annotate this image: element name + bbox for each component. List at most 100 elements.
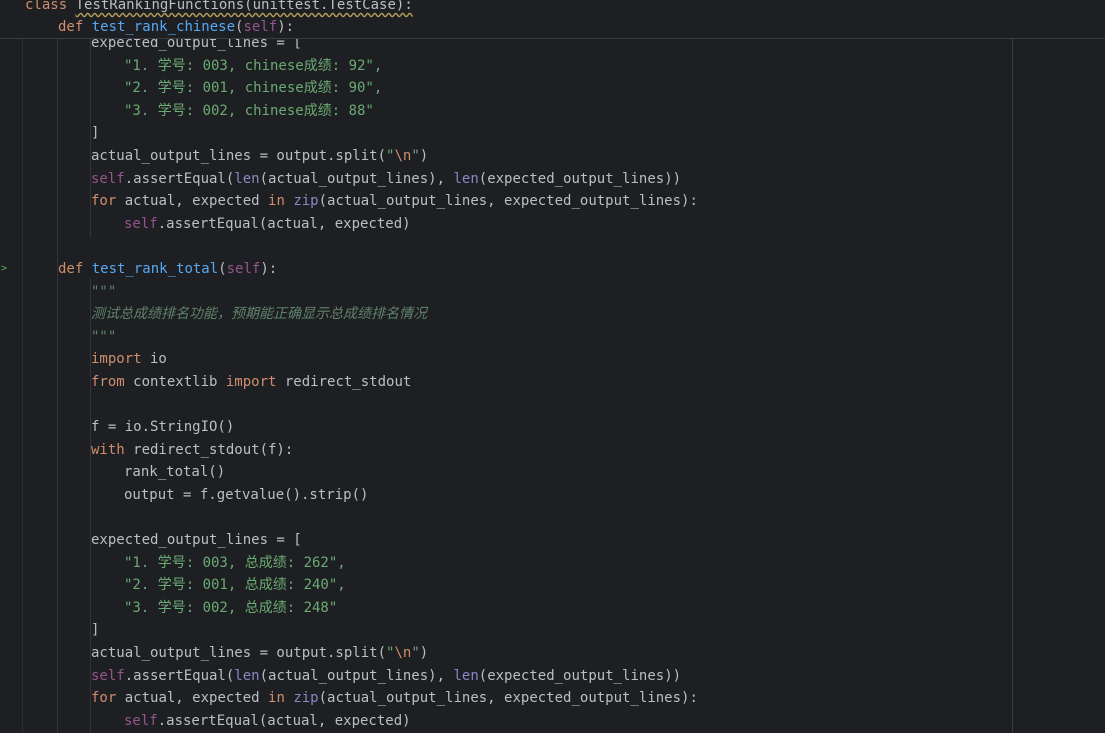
code-text: ] (91, 125, 100, 141)
code-line[interactable]: expected_output_lines = [ (91, 529, 302, 551)
self-ref: self (124, 216, 158, 232)
code-line[interactable]: self.assertEqual(actual, expected) (124, 213, 411, 235)
code-line[interactable]: output = f.getvalue().strip() (124, 484, 368, 506)
string-literal: "2. 学号: 001, chinese成绩: 90", (124, 80, 383, 96)
code-line[interactable]: ] (91, 122, 99, 144)
self-ref: self (91, 668, 125, 684)
code-text: ) (419, 148, 429, 164)
code-line[interactable]: """ (91, 281, 116, 303)
docstring: 测试总成绩排名功能，预期能正确显示总成绩排名情况 (91, 306, 427, 322)
code-line[interactable]: """ (91, 326, 116, 348)
code-line[interactable]: self.assertEqual(len(actual_output_lines… (91, 168, 681, 190)
string-literal: "3. 学号: 002, chinese成绩: 88" (124, 103, 374, 119)
code-text: f = io.StringIO() (91, 419, 235, 435)
builtin-function: len (453, 668, 479, 684)
sticky-class-line[interactable]: class TestRankingFunctions(unittest.Test… (25, 0, 413, 16)
class-keyword: class (25, 0, 68, 13)
builtin-function: zip (293, 193, 319, 209)
self-ref: self (124, 713, 158, 729)
code-line[interactable]: actual_output_lines = output.split("\n") (91, 145, 428, 167)
code-text: contextlib (124, 374, 226, 390)
code-text: (actual_output_lines, expected_output_li… (318, 193, 698, 209)
builtin-function: zip (293, 690, 319, 706)
code-editor[interactable]: class TestRankingFunctions(unittest.Test… (0, 0, 1105, 733)
string-literal: "1. 学号: 003, 总成绩: 262", (124, 555, 346, 571)
string-literal: " (411, 645, 420, 661)
code-line[interactable]: for actual, expected in zip(actual_outpu… (91, 190, 698, 212)
paren: ): (277, 19, 295, 35)
builtin-function: len (234, 171, 260, 187)
code-line[interactable]: from contextlib import redirect_stdout (91, 371, 411, 393)
code-text: redirect_stdout (276, 374, 412, 390)
code-text: (actual_output_lines), (259, 171, 454, 187)
code-line[interactable]: "3. 学号: 002, chinese成绩: 88" (124, 100, 374, 122)
class-declaration: TestRankingFunctions(unittest.TestCase): (75, 0, 413, 13)
code-line[interactable]: self.assertEqual(actual, expected) (124, 710, 411, 732)
code-line[interactable]: f = io.StringIO() (91, 416, 234, 438)
run-arrow-icon[interactable]: > (1, 262, 9, 276)
self-param: self (243, 19, 278, 35)
def-keyword: def (58, 261, 84, 277)
code-line[interactable]: rank_total() (124, 461, 225, 483)
builtin-function: len (234, 668, 260, 684)
code-text: ] (91, 622, 100, 638)
in-keyword: in (268, 690, 285, 706)
code-line[interactable]: import io (91, 348, 167, 370)
code-text: .assertEqual( (124, 668, 235, 684)
code-text: actual_output_lines = output.split( (91, 645, 387, 661)
code-text: actual, expected (116, 193, 269, 209)
string-literal: " (411, 148, 420, 164)
string-literal: "2. 学号: 001, 总成绩: 240", (124, 577, 346, 593)
self-ref: self (91, 171, 125, 187)
code-text: rank_total() (124, 464, 226, 480)
code-line[interactable]: for actual, expected in zip(actual_outpu… (91, 687, 698, 709)
code-text: actual_output_lines = output.split( (91, 148, 387, 164)
code-text: io (141, 351, 167, 367)
code-text: .assertEqual( (124, 171, 235, 187)
import-keyword: import (225, 374, 277, 390)
docstring: """ (91, 284, 117, 300)
code-text: redirect_stdout(f): (124, 442, 294, 458)
code-line[interactable]: with redirect_stdout(f): (91, 439, 293, 461)
code-text: ) (419, 645, 429, 661)
code-line[interactable]: actual_output_lines = output.split("\n") (91, 642, 428, 664)
code-line[interactable]: "1. 学号: 003, chinese成绩: 92", (124, 55, 382, 77)
code-text: (actual_output_lines, expected_output_li… (318, 690, 698, 706)
code-line[interactable]: "1. 学号: 003, 总成绩: 262", (124, 552, 346, 574)
code-text: (expected_output_lines)) (478, 668, 682, 684)
code-text: .assertEqual(actual, expected) (157, 216, 411, 232)
code-text: output = f.getvalue().strip() (124, 487, 369, 503)
code-line[interactable]: "2. 学号: 001, 总成绩: 240", (124, 574, 346, 596)
code-text: (expected_output_lines)) (478, 171, 682, 187)
string-literal: "1. 学号: 003, chinese成绩: 92", (124, 58, 383, 74)
with-keyword: with (91, 442, 125, 458)
escape-sequence: \n (394, 645, 412, 661)
code-line[interactable]: "3. 学号: 002, 总成绩: 248" (124, 597, 337, 619)
for-keyword: for (91, 690, 117, 706)
code-line[interactable]: ] (91, 619, 99, 641)
self-param: self (226, 261, 261, 277)
docstring: """ (91, 329, 117, 345)
sticky-scope-header: class TestRankingFunctions(unittest.Test… (0, 0, 1105, 39)
sticky-def-line[interactable]: def test_rank_chinese(self): (58, 16, 294, 38)
code-line[interactable]: "2. 学号: 001, chinese成绩: 90", (124, 77, 382, 99)
escape-sequence: \n (394, 148, 412, 164)
for-keyword: for (91, 193, 117, 209)
import-keyword: import (91, 351, 142, 367)
indent-guide (57, 38, 58, 733)
def-keyword: def (58, 19, 84, 35)
code-line[interactable]: self.assertEqual(len(actual_output_lines… (91, 665, 681, 687)
string-literal: "3. 学号: 002, 总成绩: 248" (124, 600, 338, 616)
builtin-function: len (453, 171, 479, 187)
code-text: (actual_output_lines), (259, 668, 454, 684)
paren: ( (218, 261, 227, 277)
paren: ): (260, 261, 278, 277)
code-line[interactable]: def test_rank_total(self): (58, 258, 277, 280)
code-text: .assertEqual(actual, expected) (157, 713, 411, 729)
from-keyword: from (91, 374, 125, 390)
code-text: actual, expected (116, 690, 269, 706)
gutter-divider (22, 0, 23, 733)
right-margin-guide (1012, 0, 1013, 733)
code-text: expected_output_lines = [ (91, 532, 302, 548)
code-line[interactable]: 测试总成绩排名功能，预期能正确显示总成绩排名情况 (91, 303, 427, 325)
